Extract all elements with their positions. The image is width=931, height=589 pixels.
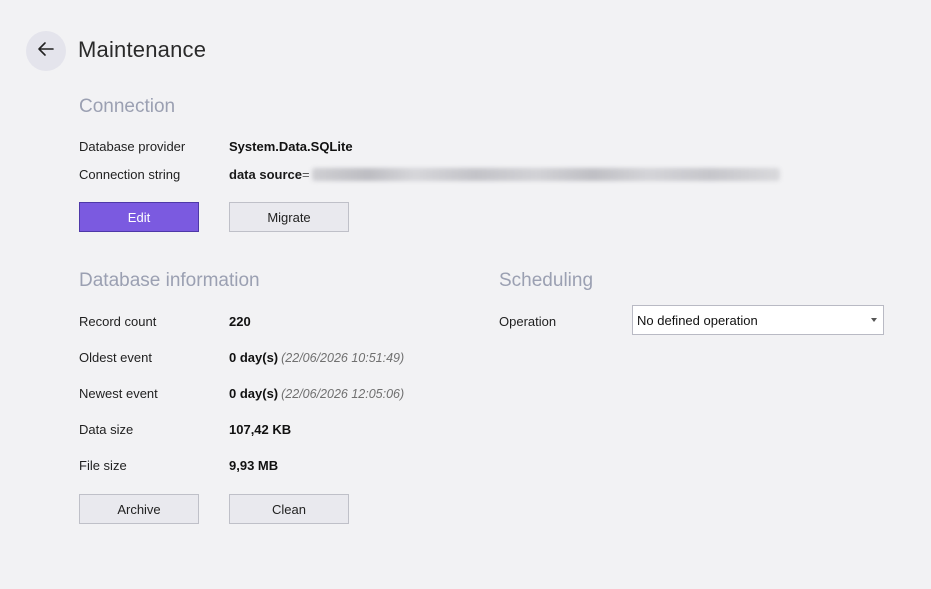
redacted-connection-path [311, 168, 780, 181]
record-count-label: Record count [79, 314, 157, 329]
data-size-label: Data size [79, 422, 134, 437]
connection-string-label: Connection string [79, 167, 181, 182]
provider-label: Database provider [79, 139, 186, 154]
newest-event-value: 0 day(s) (22/06/2026 12:05:06) [229, 386, 404, 401]
newest-event-age: 0 day(s) [229, 386, 279, 401]
oldest-event-value: 0 day(s) (22/06/2026 10:51:49) [229, 350, 404, 365]
oldest-event-timestamp: (22/06/2026 10:51:49) [281, 351, 405, 365]
newest-event-label: Newest event [79, 386, 158, 401]
arrow-left-icon [36, 39, 56, 64]
connection-heading: Connection [79, 96, 176, 117]
provider-value: System.Data.SQLite [229, 139, 353, 154]
file-size-value: 9,93 MB [229, 458, 279, 473]
migrate-button[interactable]: Migrate [229, 202, 349, 232]
back-button[interactable] [26, 31, 66, 71]
operation-label: Operation [499, 314, 557, 329]
oldest-event-age: 0 day(s) [229, 350, 279, 365]
connection-string-equals: = [301, 167, 310, 182]
edit-button[interactable]: Edit [79, 202, 199, 232]
operation-select[interactable]: No defined operation [632, 305, 884, 335]
archive-button[interactable]: Archive [79, 494, 199, 524]
clean-button[interactable]: Clean [229, 494, 349, 524]
record-count-value: 220 [229, 314, 251, 329]
page-title: Maintenance [78, 37, 207, 62]
maintenance-page: Maintenance Connection Database provider… [0, 0, 931, 589]
oldest-event-label: Oldest event [79, 350, 152, 365]
operation-select-value: No defined operation [637, 312, 758, 328]
chevron-down-icon [871, 318, 877, 322]
database-info-heading: Database information [79, 270, 260, 291]
file-size-label: File size [79, 458, 127, 473]
newest-event-timestamp: (22/06/2026 12:05:06) [281, 387, 405, 401]
data-size-value: 107,42 KB [229, 422, 292, 437]
connection-string-value: data source= [229, 167, 780, 182]
connection-string-key: data source [229, 167, 302, 182]
scheduling-heading: Scheduling [499, 270, 594, 291]
